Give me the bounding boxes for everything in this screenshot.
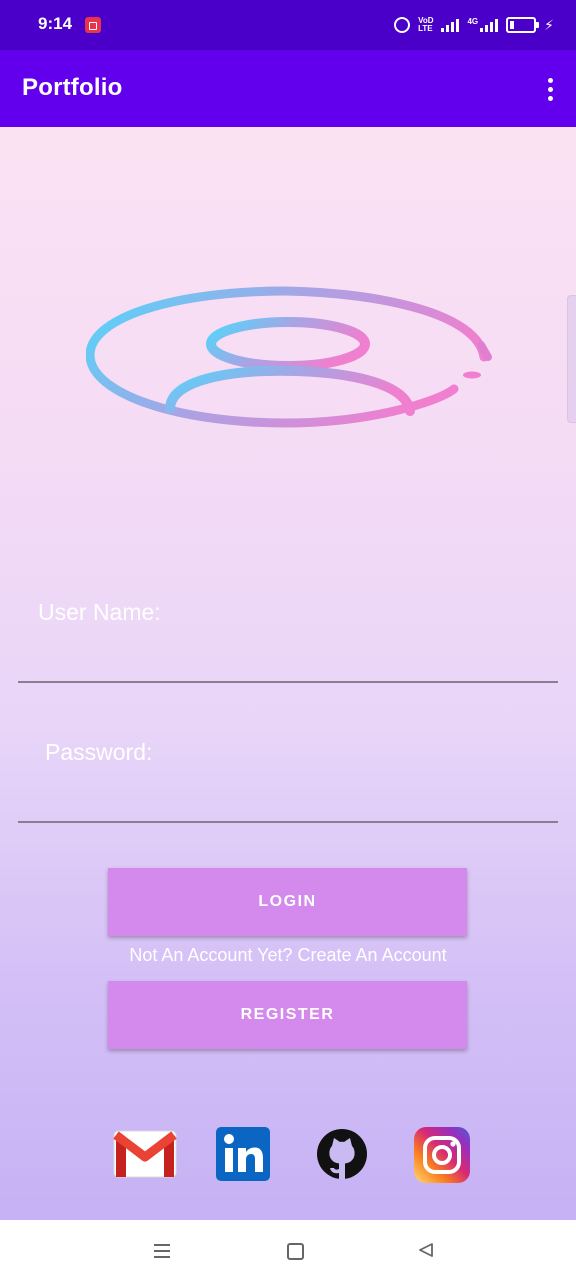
app-bar: Portfolio [0, 50, 576, 127]
scroll-handle[interactable] [567, 295, 576, 423]
status-bar: 9:14 VoD LTE 4G ⚡ [0, 0, 576, 50]
username-input[interactable] [18, 643, 562, 679]
instagram-icon[interactable] [414, 1127, 470, 1183]
status-icons: VoD LTE 4G ⚡ [394, 14, 554, 36]
recent-apps-icon[interactable] [154, 1244, 170, 1262]
gmail-icon[interactable] [112, 1127, 178, 1181]
login-screen: User Name: Password: LOGIN Not An Accoun… [0, 127, 576, 1220]
status-time: 9:14 [38, 14, 73, 33]
password-label: Password: [45, 739, 153, 765]
password-underline [18, 821, 558, 823]
charging-bolt-icon: ⚡ [544, 16, 554, 33]
network-type-indicator: VoD LTE [418, 17, 433, 33]
user-logo-icon [86, 286, 492, 428]
create-account-link[interactable]: Not An Account Yet? Create An Account [0, 945, 576, 966]
home-icon[interactable] [287, 1243, 304, 1260]
app-title: Portfolio [22, 74, 123, 101]
screen-record-icon [85, 17, 101, 33]
linkedin-icon[interactable] [216, 1127, 270, 1181]
lte-label: LTE [418, 24, 433, 33]
password-input[interactable] [18, 783, 562, 819]
username-underline [18, 681, 558, 683]
4g-label: 4G [467, 17, 479, 26]
register-button[interactable]: REGISTER [108, 981, 467, 1049]
signal-strength-icon [441, 18, 460, 32]
navigation-bar [0, 1220, 576, 1280]
github-icon[interactable] [315, 1127, 369, 1181]
username-label: User Name: [38, 599, 161, 625]
signal-strength-icon-2 [480, 18, 499, 32]
battery-icon [506, 17, 540, 33]
alarm-icon [394, 17, 411, 33]
mobile-data-indicator: 4G [467, 17, 499, 32]
login-button[interactable]: LOGIN [108, 868, 467, 936]
overflow-menu-icon[interactable] [548, 78, 554, 102]
back-icon[interactable] [418, 1242, 434, 1258]
